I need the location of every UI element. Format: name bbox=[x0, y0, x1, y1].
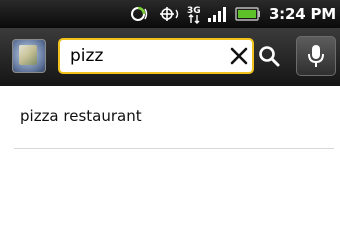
search-input[interactable] bbox=[70, 42, 220, 70]
network-label: 3G bbox=[187, 6, 201, 16]
signal-strength-icon bbox=[207, 5, 229, 23]
status-bar: 3G 3:24 PM bbox=[0, 0, 340, 28]
source-icon-glint bbox=[19, 45, 37, 65]
browser-source-icon[interactable] bbox=[12, 39, 46, 73]
network-3g-icon: 3G bbox=[187, 4, 201, 24]
search-icon bbox=[259, 46, 280, 67]
search-box[interactable] bbox=[58, 38, 254, 74]
suggestion-list: pizza restaurant bbox=[0, 86, 340, 146]
clear-button[interactable] bbox=[226, 42, 252, 70]
microphone-icon bbox=[308, 45, 324, 67]
voice-search-button[interactable] bbox=[296, 36, 336, 76]
suggestion-divider bbox=[14, 148, 334, 149]
suggestion-label: pizza restaurant bbox=[20, 107, 142, 125]
search-button[interactable] bbox=[254, 40, 284, 72]
status-clock: 3:24 PM bbox=[268, 5, 336, 23]
status-icons: 3G 3:24 PM bbox=[123, 0, 336, 28]
suggestion-item[interactable]: pizza restaurant bbox=[0, 86, 340, 146]
gps-icon bbox=[157, 5, 181, 23]
sync-icon bbox=[129, 5, 151, 23]
battery-icon bbox=[235, 6, 261, 22]
search-toolbar bbox=[0, 28, 340, 86]
close-icon bbox=[230, 47, 248, 65]
